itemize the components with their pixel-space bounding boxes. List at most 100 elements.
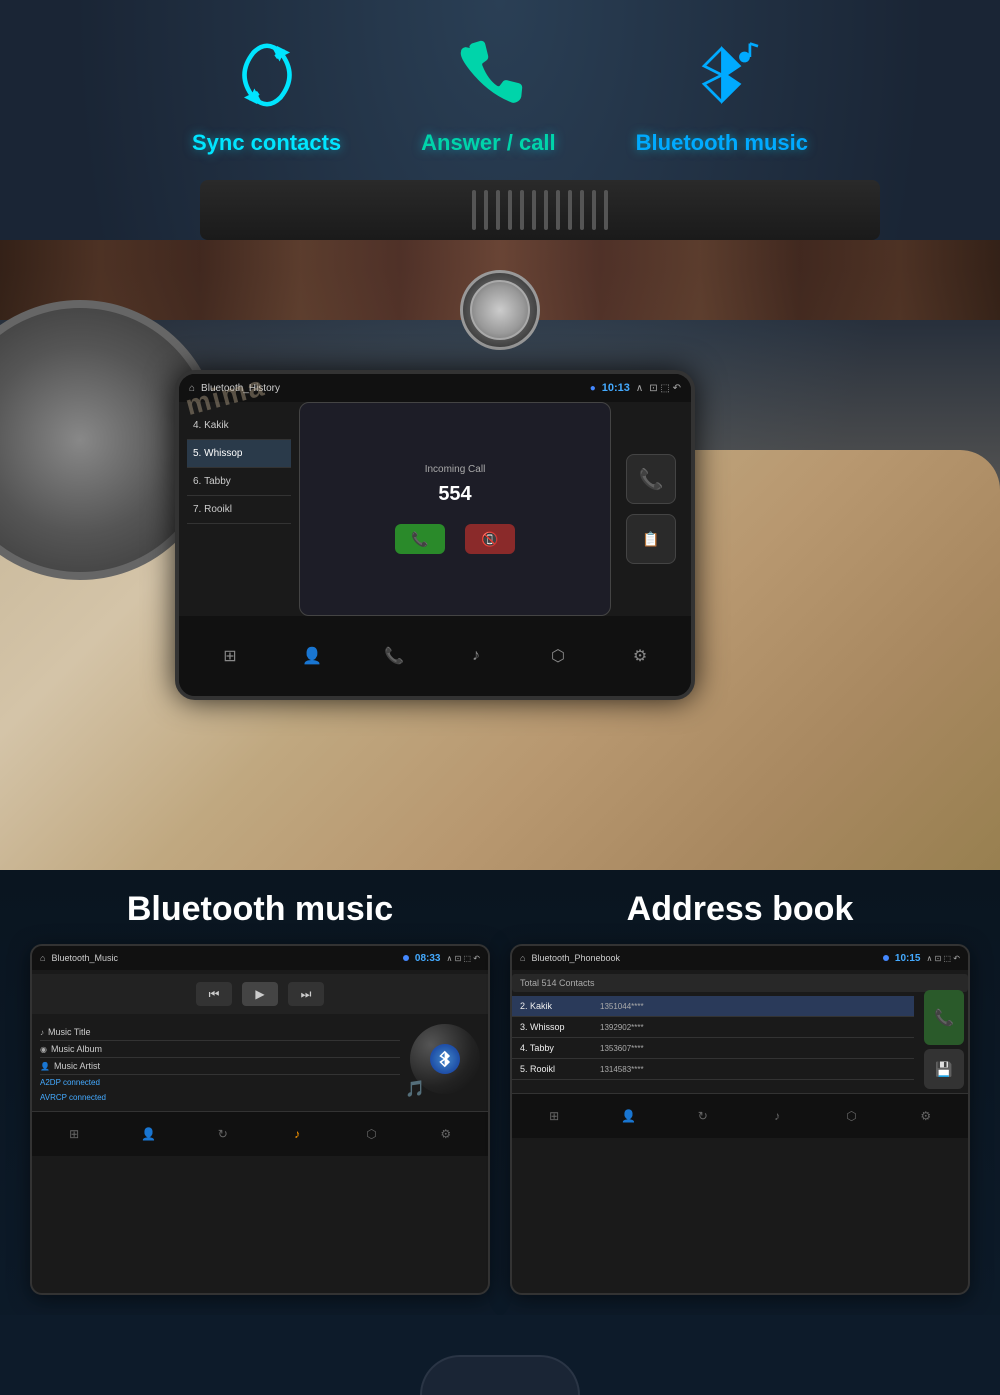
incoming-call-overlay: Incoming Call 554 📞 📵 [299,402,611,616]
nav-user-icon[interactable]: 👤 [297,641,327,671]
bluetooth-icon [436,1050,454,1068]
bottom-panels: Bluetooth music ⌂ Bluetooth_Music 08:33 … [0,870,1000,1315]
feature-icons-row: Sync contacts Answer / call [0,20,1000,166]
phonebook-screen-title: Bluetooth_Phonebook [531,953,876,963]
screen-up-icon: ∧ [636,383,643,394]
contact-name: Rooikl [204,504,232,515]
music-nav-user[interactable]: 👤 [137,1123,159,1145]
avrcp-status: AVRCP connected [40,1090,400,1105]
phonebook-total: Total 514 Contacts [512,974,968,992]
incoming-call-label: Incoming Call [425,464,486,475]
next-track-button[interactable]: ⏭ [288,982,324,1006]
phonebook-screen-nav: ⊞ 👤 ↻ ♪ ⬡ ⚙ [512,1093,968,1138]
phonebook-nav-sync[interactable]: ↻ [692,1105,714,1127]
screen-call-button[interactable]: 📞 [626,454,676,504]
music-nav-icons: ∧ ⊡ ⬚ ↶ [447,954,481,963]
phonebook-nav-link[interactable]: ⬡ [840,1105,862,1127]
contact-name: Tabby [204,476,231,487]
nav-link-icon[interactable]: ⬡ [543,641,573,671]
music-nav-settings[interactable]: ⚙ [435,1123,457,1145]
phonebook-screen-status: ⌂ Bluetooth_Phonebook 10:15 ∧ ⊡ ⬚ ↶ [512,946,968,970]
music-screen-status: ⌂ Bluetooth_Music 08:33 ∧ ⊡ ⬚ ↶ [32,946,488,970]
phonebook-nav-icons: ∧ ⊡ ⬚ ↶ [927,954,961,963]
music-artist-text: Music Artist [54,1061,100,1071]
contact-list-col: 2. Kakik 1351044**** 3. Whissop 1392902*… [512,996,914,1093]
music-screen-title: Bluetooth_Music [51,953,396,963]
vent-slot [544,190,548,230]
phonebook-dot [883,955,889,961]
vent-slot [568,190,572,230]
screen-contact-button[interactable]: 📋 [626,514,676,564]
call-number: 554 [438,483,471,506]
answer-call-button[interactable]: 📞 [395,524,445,554]
music-note-overlay: 🎵 [405,1079,425,1099]
play-button[interactable]: ▶ [242,982,278,1006]
music-artist-line: 👤 Music Artist [40,1058,400,1075]
bluetooth-label: Bluetooth music [636,130,808,156]
vent-slot [580,190,584,230]
disc-center [430,1044,460,1074]
music-nav-grid[interactable]: ⊞ [63,1123,85,1145]
screen-right-panel: 📞 📋 [611,402,691,616]
top-section: Sync contacts Answer / call [0,0,1000,870]
vent-slot [508,190,512,230]
phonebook-save-button[interactable]: 💾 [924,1049,964,1089]
phonebook-nav-music[interactable]: ♪ [766,1105,788,1127]
vent-slot [604,190,608,230]
music-nav-sync[interactable]: ↻ [212,1123,234,1145]
music-title-text: Music Title [48,1027,91,1037]
clock-face [470,280,530,340]
decline-call-button[interactable]: 📵 [465,524,515,554]
vent-slot [520,190,524,230]
phonebook-nav-settings[interactable]: ⚙ [915,1105,937,1127]
music-nav-music[interactable]: ♪ [286,1123,308,1145]
phonebook-home-icon: ⌂ [520,953,525,963]
address-book-title: Address book [510,890,970,929]
phonebook-nav-user[interactable]: 👤 [617,1105,639,1127]
music-screen-nav: ⊞ 👤 ↻ ♪ ⬡ ⚙ [32,1111,488,1156]
vent-slot [484,190,488,230]
screen-contact-4[interactable]: 7. Rooikl [187,496,291,524]
bluetooth-music-screen: ⌂ Bluetooth_Music 08:33 ∧ ⊡ ⬚ ↶ ⏮ ▶ ⏭ [30,944,490,1295]
music-info: ♪ Music Title ◉ Music Album 👤 Music Arti… [32,1018,488,1111]
prev-track-button[interactable]: ⏮ [196,982,232,1006]
phonebook-row-4[interactable]: 5. Rooikl 1314583**** [512,1059,914,1080]
bluetooth-music-icon [677,30,767,120]
music-note-icon: ♪ [40,1028,44,1037]
screen-contact-3[interactable]: 6. Tabby [187,468,291,496]
nav-phone-icon[interactable]: 📞 [379,641,409,671]
nav-grid-icon[interactable]: ⊞ [215,641,245,671]
phonebook-row-3[interactable]: 4. Tabby 1353607**** [512,1038,914,1059]
screen-left-panel: 4. Kakik 5. Whissop 6. Tabby 7. [179,402,299,616]
screen-contact-2[interactable]: 5. Whissop [187,440,291,468]
feature-sync: Sync contacts [192,30,341,156]
contact-number-1: 1351044**** [600,1002,906,1011]
home-indicator [420,1355,580,1395]
music-person-icon: 👤 [40,1062,50,1071]
address-book-panel: Address book ⌂ Bluetooth_Phonebook 10:15… [510,890,970,1295]
music-nav-link[interactable]: ⬡ [360,1123,382,1145]
phonebook-row-1[interactable]: 2. Kakik 1351044**** [512,996,914,1017]
sync-label: Sync contacts [192,130,341,156]
music-album-line: ◉ Music Album [40,1041,400,1058]
a2dp-status: A2DP connected [40,1075,400,1090]
contact-num: 7. [193,504,201,515]
screen-icons: ⊡ ⬚ ↶ [649,383,681,394]
contact-num: 6. [193,476,201,487]
vent-slot [472,190,476,230]
contact-number-4: 1314583**** [600,1065,906,1074]
phonebook-call-button[interactable]: 📞 [924,990,964,1045]
address-book-screen: ⌂ Bluetooth_Phonebook 10:15 ∧ ⊡ ⬚ ↶ Tota… [510,944,970,1295]
sync-icon [222,30,312,120]
contact-number-2: 1392902**** [600,1023,906,1032]
screen-dot: ● [590,383,596,394]
music-disc-visual: 🎵 [410,1024,480,1094]
phonebook-row-2[interactable]: 3. Whissop 1392902**** [512,1017,914,1038]
phonebook-nav-grid[interactable]: ⊞ [543,1105,565,1127]
nav-music-icon[interactable]: ♪ [461,641,491,671]
feature-bluetooth: Bluetooth music [636,30,808,156]
nav-settings-icon[interactable]: ⚙ [625,641,655,671]
hvac-vents [200,180,880,240]
contact-num-name-1: 2. Kakik [520,1001,600,1011]
music-time: 08:33 [415,953,441,964]
